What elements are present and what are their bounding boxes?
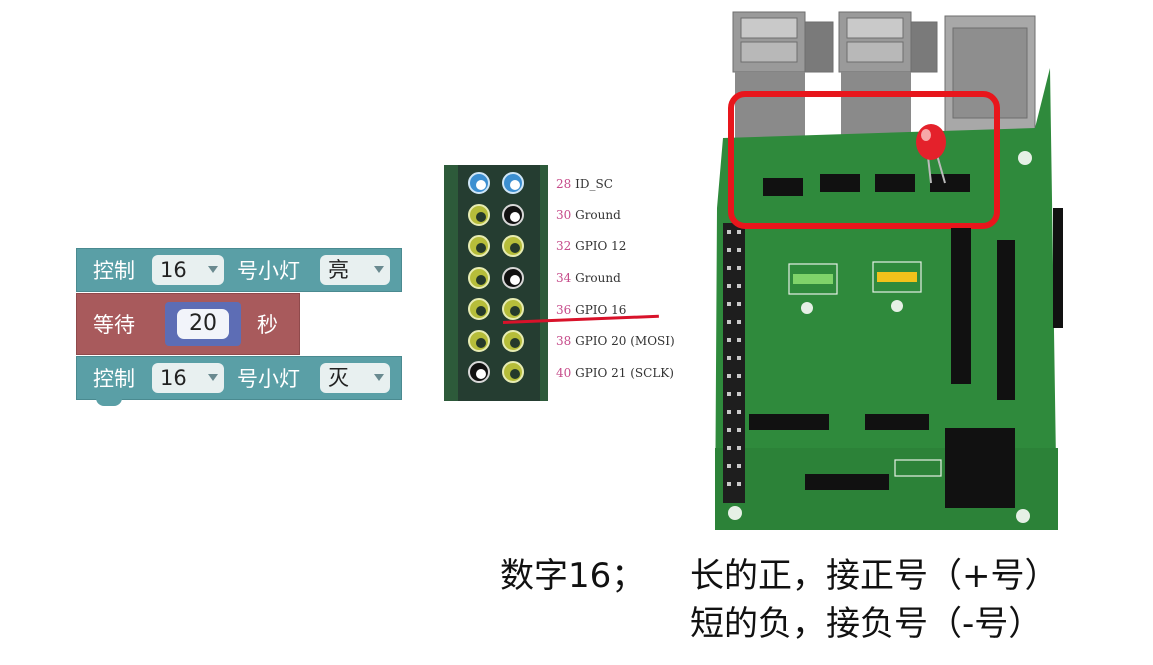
pin-39 — [468, 361, 490, 383]
gpio-header-pins — [444, 165, 548, 401]
caption-line1-right: 长的正，接正号（+号） — [690, 556, 1059, 596]
dropdown-arrow-icon — [208, 374, 218, 381]
pin-29 — [468, 204, 490, 226]
number-socket: 20 — [165, 302, 241, 346]
pin-35 — [468, 298, 490, 320]
state-value: 亮 — [328, 258, 349, 282]
pin-value: 16 — [160, 366, 187, 390]
pin-dropdown[interactable]: 16 — [152, 255, 224, 285]
block-notch — [96, 398, 122, 406]
pin-label-30: 30 Ground — [556, 208, 621, 222]
pin-36 — [502, 298, 524, 320]
dropdown-arrow-icon — [374, 374, 384, 381]
block-prefix: 控制 — [93, 259, 135, 283]
pin-38 — [502, 330, 524, 352]
pin-label-40: 40 GPIO 21 (SCLK) — [556, 366, 674, 380]
wait-block[interactable]: 等待 20 秒 — [76, 293, 300, 355]
raspberry-pi-expansion-board-photo — [715, 11, 1063, 530]
state-dropdown[interactable]: 灭 — [320, 363, 390, 393]
control-led-block-off[interactable]: 控制 16 号小灯 灭 — [76, 356, 402, 400]
pin-label-28: 28 ID_SC — [556, 177, 613, 191]
pin-label-38: 38 GPIO 20 (MOSI) — [556, 334, 675, 348]
pin-40 — [502, 361, 524, 383]
pin-31 — [468, 235, 490, 257]
pin-27 — [468, 172, 490, 194]
left-header — [723, 223, 745, 503]
block-prefix: 等待 — [93, 313, 135, 337]
pin-value: 16 — [160, 258, 187, 282]
pin-30 — [502, 204, 524, 226]
block-suffix: 秒 — [257, 313, 278, 337]
caption-line1-left: 数字16； — [500, 556, 646, 596]
state-dropdown[interactable]: 亮 — [320, 255, 390, 285]
wait-seconds-value: 20 — [189, 311, 217, 336]
block-mid-label: 号小灯 — [237, 259, 300, 283]
pin-33 — [468, 267, 490, 289]
control-led-block-on[interactable]: 控制 16 号小灯 亮 — [76, 248, 402, 292]
state-value: 灭 — [328, 366, 349, 390]
pin-dropdown[interactable]: 16 — [152, 363, 224, 393]
pin-label-36: 36 GPIO 16 — [556, 303, 627, 317]
pin-32 — [502, 235, 524, 257]
block-prefix: 控制 — [93, 367, 135, 391]
pin-label-32: 32 GPIO 12 — [556, 239, 627, 253]
pin-34 — [502, 267, 524, 289]
dropdown-arrow-icon — [208, 266, 218, 273]
caption-line2: 短的负，接负号（-号） — [690, 604, 1043, 644]
pin-label-34: 34 Ground — [556, 271, 621, 285]
pin-28 — [502, 172, 524, 194]
dropdown-arrow-icon — [374, 266, 384, 273]
number-input[interactable]: 20 — [177, 309, 229, 339]
pin-37 — [468, 330, 490, 352]
block-mid-label: 号小灯 — [237, 367, 300, 391]
